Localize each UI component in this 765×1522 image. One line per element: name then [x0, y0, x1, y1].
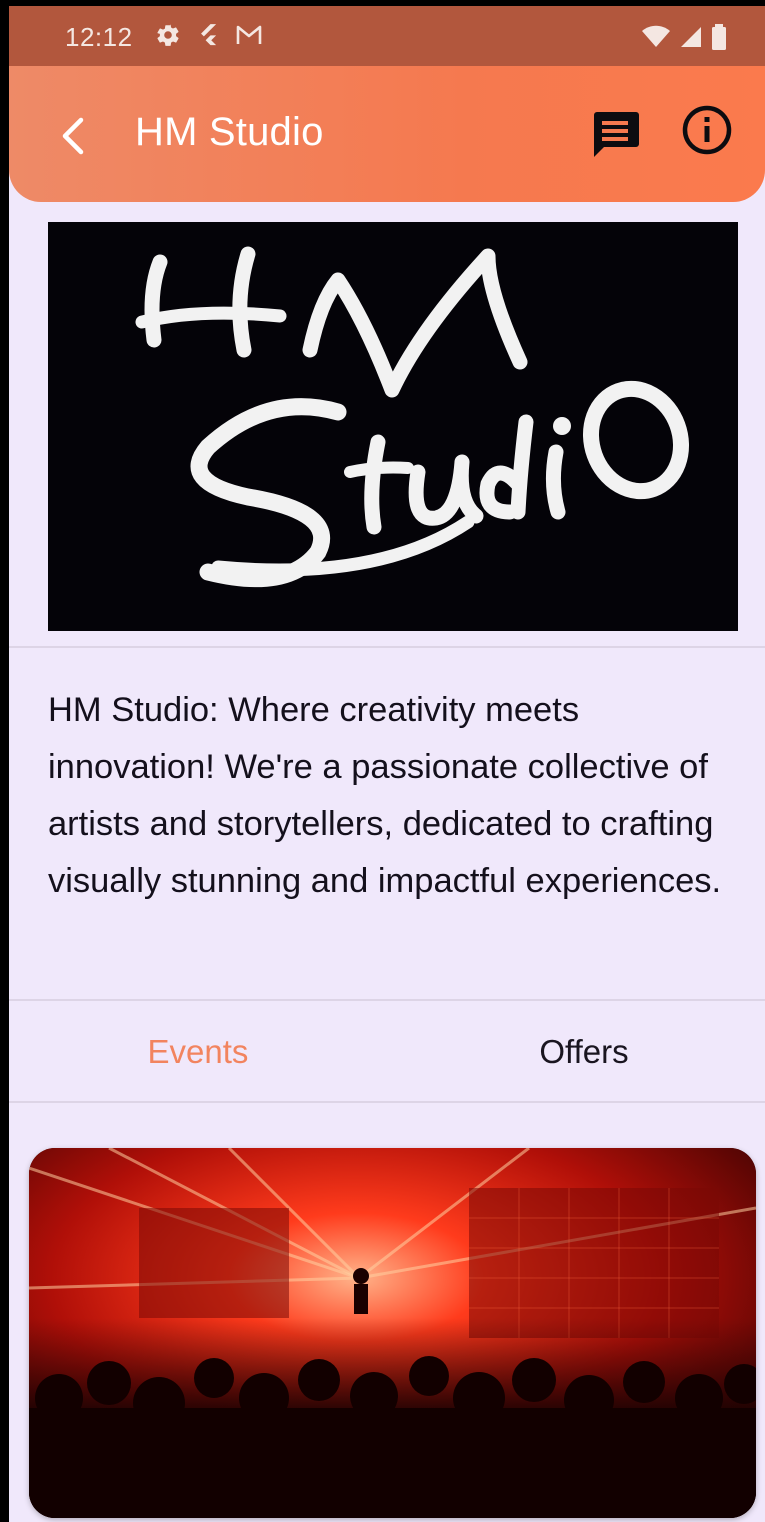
- gear-icon: [157, 24, 179, 46]
- info-button[interactable]: [679, 102, 735, 158]
- logo-artwork: [135, 246, 690, 588]
- info-icon: [682, 105, 732, 155]
- chat-icon: [594, 112, 639, 157]
- signal-icon: [681, 27, 701, 47]
- event-image: [29, 1148, 756, 1518]
- app-screen: 12:12 HM Studio HM Studio: Where creativ…: [9, 6, 765, 1522]
- status-bar: 12:12: [9, 6, 765, 66]
- tab-events[interactable]: Events: [9, 1002, 387, 1102]
- status-icons-left: [155, 22, 263, 48]
- tab-bar: Events Offers: [9, 1002, 765, 1102]
- battery-icon: [712, 24, 726, 50]
- app-bar: HM Studio: [9, 66, 765, 202]
- tab-offers[interactable]: Offers: [395, 1002, 765, 1102]
- flutter-icon: [201, 24, 217, 46]
- gmail-icon: [236, 25, 262, 44]
- chevron-left-icon: [62, 117, 84, 155]
- status-time: 12:12: [65, 22, 133, 52]
- wifi-icon: [642, 25, 670, 47]
- status-icons-right: [641, 24, 727, 50]
- divider: [9, 646, 765, 648]
- page-title: HM Studio: [135, 110, 324, 154]
- studio-description: HM Studio: Where creativity meets innova…: [48, 691, 722, 900]
- back-button[interactable]: [53, 114, 93, 158]
- divider: [9, 999, 765, 1001]
- chat-button[interactable]: [587, 106, 643, 162]
- event-card[interactable]: [29, 1148, 756, 1518]
- divider: [9, 1101, 765, 1103]
- studio-logo-image: [48, 222, 738, 631]
